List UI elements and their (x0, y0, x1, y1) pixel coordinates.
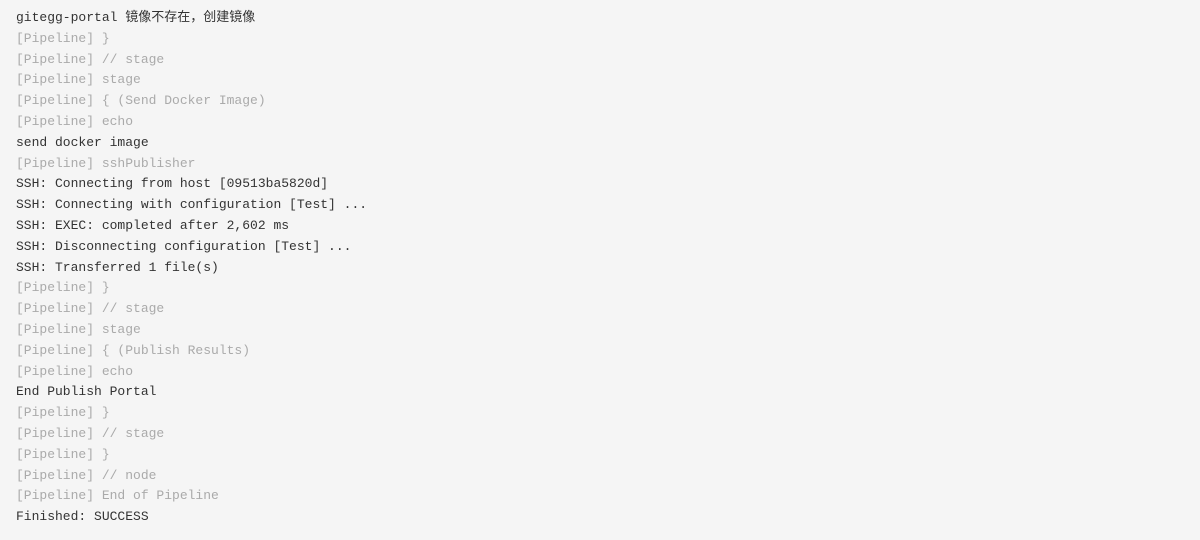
log-line: [Pipeline] } (16, 403, 1184, 424)
log-line: [Pipeline] echo (16, 112, 1184, 133)
log-line: [Pipeline] End of Pipeline (16, 486, 1184, 507)
log-line: [Pipeline] // stage (16, 50, 1184, 71)
log-line: [Pipeline] echo (16, 362, 1184, 383)
log-line: End Publish Portal (16, 382, 1184, 403)
log-line: [Pipeline] // node (16, 466, 1184, 487)
log-line: SSH: Disconnecting configuration [Test] … (16, 237, 1184, 258)
log-line: [Pipeline] { (Send Docker Image) (16, 91, 1184, 112)
log-line: gitegg-portal 镜像不存在，创建镜像 (16, 8, 1184, 29)
log-line: [Pipeline] } (16, 445, 1184, 466)
log-line: [Pipeline] // stage (16, 424, 1184, 445)
log-line: [Pipeline] stage (16, 70, 1184, 91)
log-line: Finished: SUCCESS (16, 507, 1184, 528)
log-line: SSH: EXEC: completed after 2,602 ms (16, 216, 1184, 237)
log-line: [Pipeline] { (Publish Results) (16, 341, 1184, 362)
log-line: SSH: Transferred 1 file(s) (16, 258, 1184, 279)
log-line: SSH: Connecting from host [09513ba5820d] (16, 174, 1184, 195)
log-line: send docker image (16, 133, 1184, 154)
log-line: [Pipeline] stage (16, 320, 1184, 341)
log-line: [Pipeline] sshPublisher (16, 154, 1184, 175)
console-output: gitegg-portal 镜像不存在，创建镜像 [Pipeline] } [P… (16, 8, 1184, 528)
log-line: [Pipeline] } (16, 29, 1184, 50)
log-line: [Pipeline] } (16, 278, 1184, 299)
log-line: [Pipeline] // stage (16, 299, 1184, 320)
log-line: SSH: Connecting with configuration [Test… (16, 195, 1184, 216)
